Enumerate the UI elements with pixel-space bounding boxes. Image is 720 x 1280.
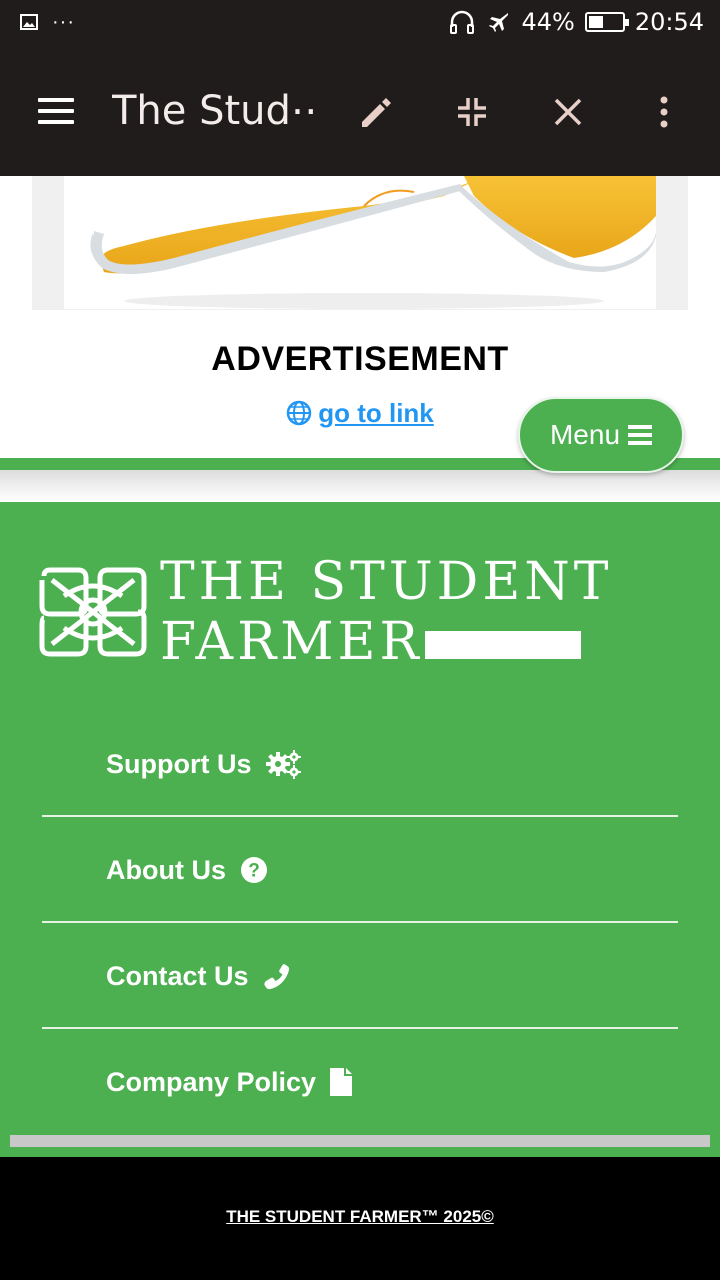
battery-icon	[584, 12, 629, 32]
advertisement-label: ADVERTISEMENT	[211, 340, 509, 378]
go-to-link-label: go to link	[318, 398, 434, 428]
bars-icon	[628, 421, 653, 449]
page-title: The Stud⋯	[112, 88, 322, 134]
logo-line-2: FARMER	[160, 612, 423, 672]
footer-nav-support-us[interactable]: Support Us	[42, 711, 678, 817]
svg-text:?: ?	[248, 861, 260, 882]
nav-label: Support Us	[106, 749, 252, 779]
headphones-icon	[450, 10, 475, 34]
airplane-icon	[489, 13, 509, 32]
hamburger-icon[interactable]	[38, 98, 74, 126]
copyright-link[interactable]: THE STUDENT FARMER™ 2025©	[0, 1207, 720, 1227]
image-icon	[20, 14, 38, 30]
nav-label: About Us	[106, 855, 226, 885]
footer-bottom-bar	[10, 1135, 710, 1147]
footer-nav-contact-us[interactable]: Contact Us	[42, 923, 678, 1029]
nav-label: Contact Us	[106, 961, 249, 991]
site-footer: THE STUDENT FARMER Support Us About Us ?…	[0, 502, 720, 1157]
logo-line-1: THE STUDENT	[160, 552, 613, 612]
footer-logo-text[interactable]: THE STUDENT FARMER	[160, 552, 612, 672]
file-icon	[330, 1068, 353, 1096]
globe-icon	[286, 400, 312, 426]
overflow-menu-icon[interactable]	[644, 92, 684, 132]
battery-percent: 44%	[521, 8, 575, 36]
celtic-knot-logo-icon[interactable]	[38, 566, 148, 658]
menu-button-label: Menu	[549, 419, 621, 450]
copyright-bar: THE STUDENT FARMER™ 2025©	[0, 1157, 720, 1280]
shadow-strip	[0, 470, 720, 502]
browser-toolbar: The Stud⋯	[0, 50, 720, 176]
more-dots-icon: ···	[52, 11, 75, 33]
collapse-icon[interactable]	[452, 92, 492, 132]
question-circle-icon: ?	[240, 857, 267, 883]
nav-label: Company Policy	[106, 1067, 317, 1097]
cogs-icon	[265, 750, 301, 779]
close-icon[interactable]	[548, 92, 588, 132]
status-bar: ··· 44% 20:54	[0, 0, 720, 50]
logo-bar	[424, 631, 581, 659]
ad-image[interactable]	[64, 176, 656, 309]
phone-icon	[263, 964, 289, 990]
edit-pencil-icon[interactable]	[356, 92, 396, 132]
ad-image-frame	[32, 176, 688, 310]
clock: 20:54	[634, 8, 704, 36]
footer-nav-about-us[interactable]: About Us ?	[42, 817, 678, 923]
footer-nav-company-policy[interactable]: Company Policy	[42, 1029, 678, 1135]
menu-button[interactable]: Menu	[518, 397, 684, 473]
